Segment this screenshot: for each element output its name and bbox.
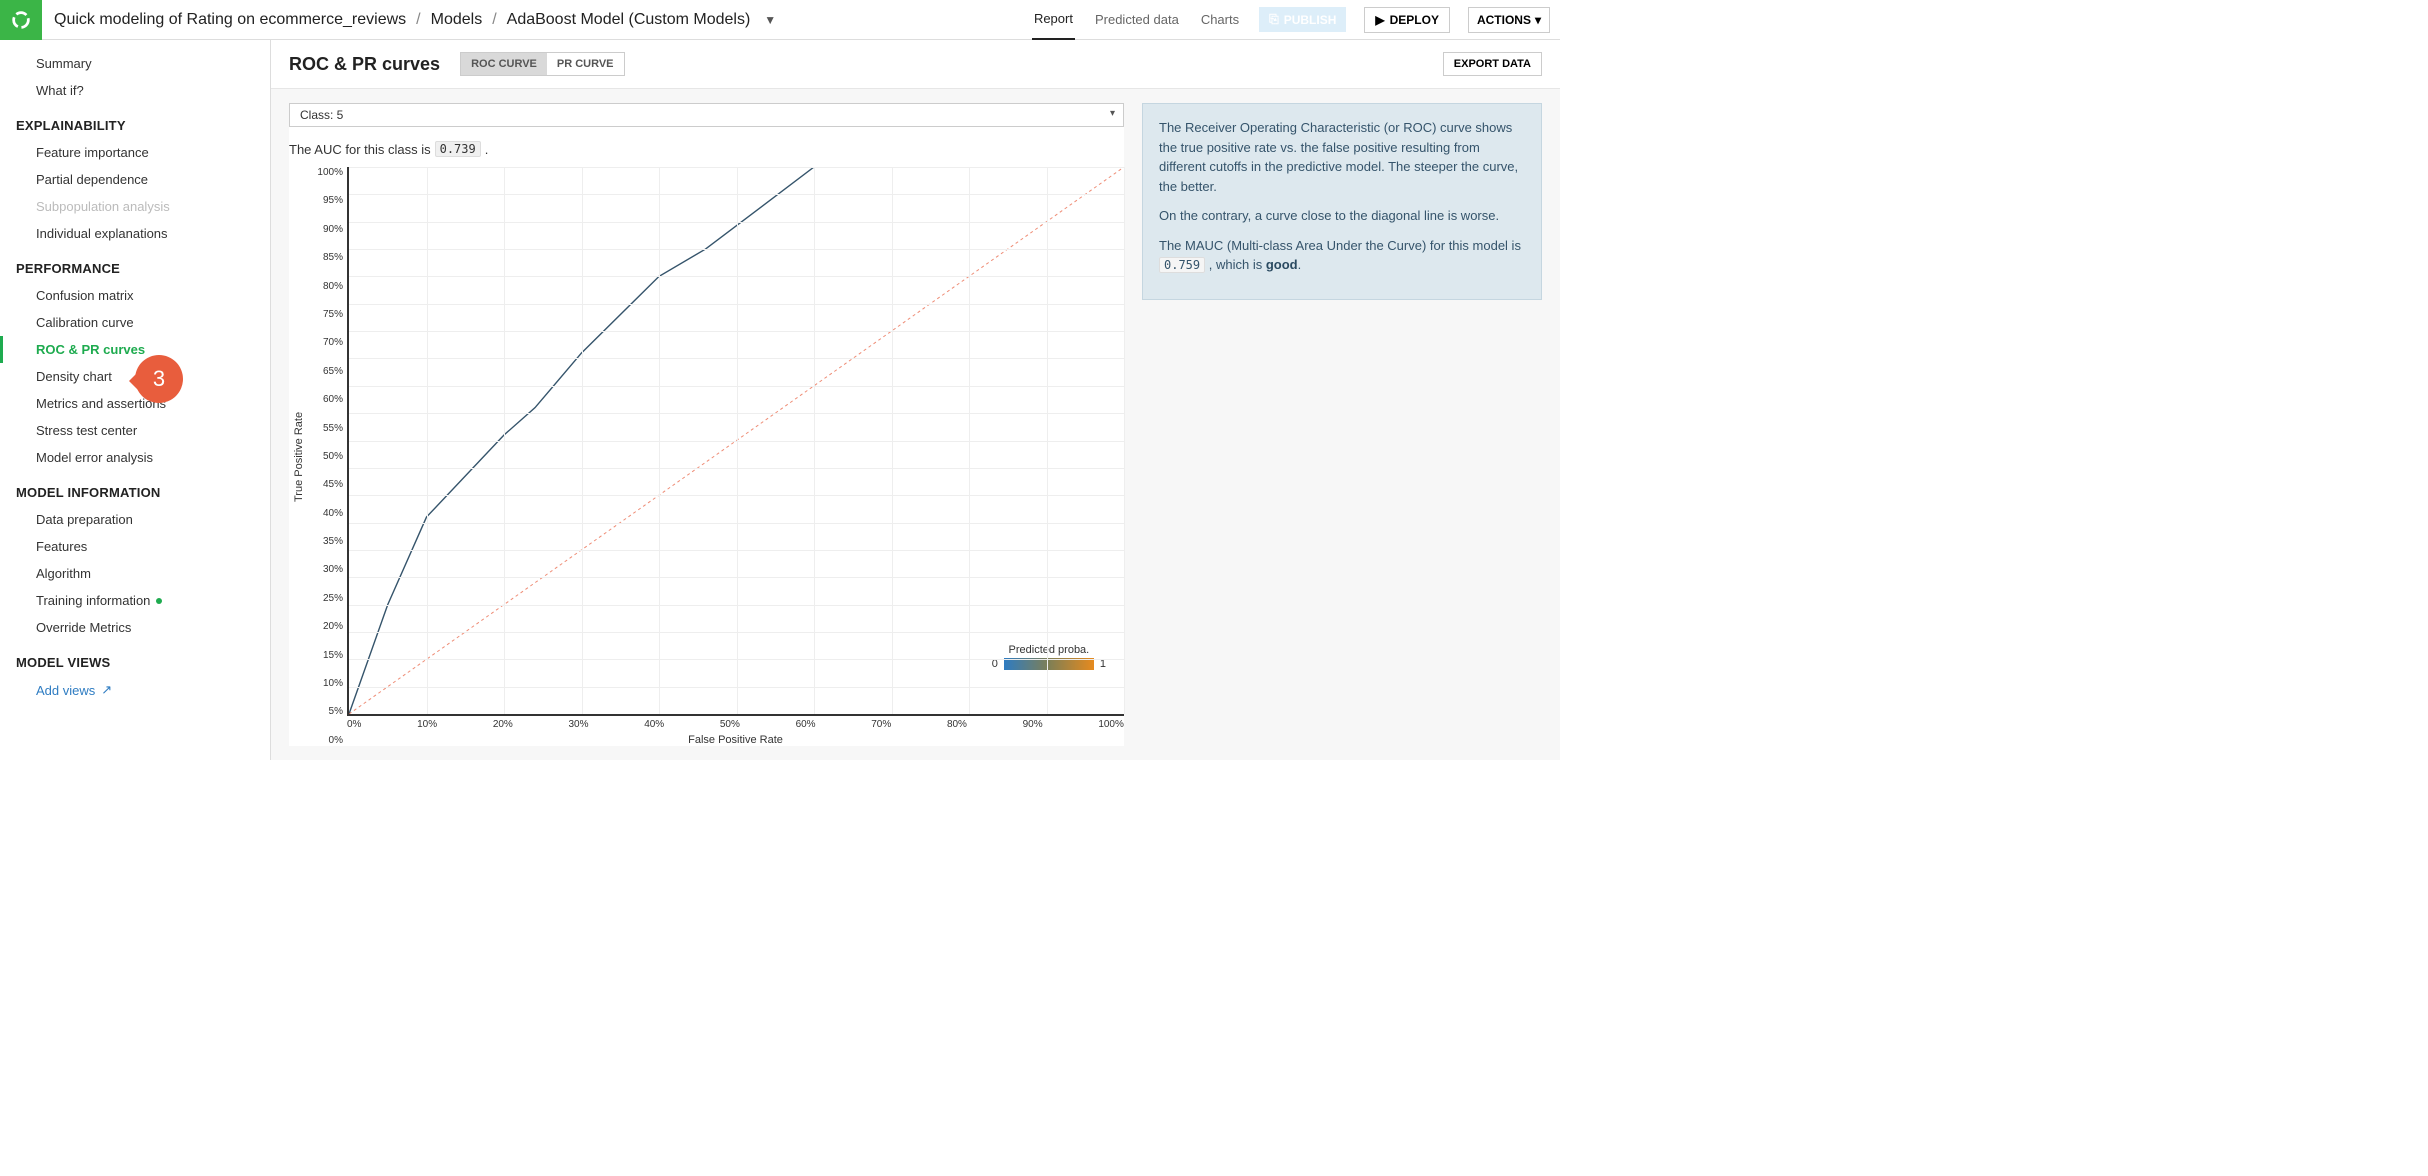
export-data-button[interactable]: EXPORT DATA [1443,52,1542,76]
status-dot-icon [156,598,162,604]
y-axis-label: True Positive Rate [289,167,309,746]
sidebar-item-data-prep[interactable]: Data preparation [0,506,270,533]
auc-text: The AUC for this class is 0.739. [289,141,1124,157]
curve-tab-group: ROC CURVE PR CURVE [460,52,624,76]
chart-column: Class: 5 The AUC for this class is 0.739… [289,103,1124,746]
actions-button[interactable]: ACTIONS▾ [1468,7,1550,33]
sidebar-item-model-error[interactable]: Model error analysis [0,444,270,471]
x-axis-ticks: 0%10%20%30%40%50%60%70%80%90%100% [347,716,1124,730]
info-panel: The Receiver Operating Characteristic (o… [1142,103,1542,746]
roc-chart: True Positive Rate 100%95%90%85%80%75%70… [289,167,1124,746]
class-select[interactable]: Class: 5 [289,103,1124,127]
sidebar-item-feature-importance[interactable]: Feature importance [0,139,270,166]
auc-value: 0.739 [435,141,481,157]
annotation-marker: 3 [135,355,183,403]
sidebar-item-subpopulation: Subpopulation analysis [0,193,270,220]
deploy-button[interactable]: ▶DEPLOY [1364,7,1450,33]
sidebar-header-model-views: MODEL VIEWS [0,641,270,676]
sidebar-item-algorithm[interactable]: Algorithm [0,560,270,587]
content-header: ROC & PR curves ROC CURVE PR CURVE EXPOR… [271,40,1560,89]
sidebar-item-partial-dependence[interactable]: Partial dependence [0,166,270,193]
tab-charts[interactable]: Charts [1199,12,1241,39]
tab-report[interactable]: Report [1032,11,1075,40]
add-views-link[interactable]: Add views↗ [0,676,270,704]
sidebar-item-training-info[interactable]: Training information [0,587,270,614]
logo-icon [10,9,32,31]
crumb-model[interactable]: AdaBoost Model (Custom Models) [507,11,751,29]
breadcrumbs: Quick modeling of Rating on ecommerce_re… [42,11,1032,29]
mauc-value: 0.759 [1159,257,1205,273]
publish-button[interactable]: ⎘PUBLISH [1259,7,1346,32]
legend: Predicted proba. 0 1 [992,644,1106,672]
x-axis-label: False Positive Rate [347,730,1124,746]
sidebar-item-features[interactable]: Features [0,533,270,560]
info-box: The Receiver Operating Characteristic (o… [1142,103,1542,300]
chevron-down-icon[interactable]: ▼ [764,13,776,27]
content-area: ROC & PR curves ROC CURVE PR CURVE EXPOR… [270,40,1560,760]
app-logo[interactable] [0,0,42,40]
sidebar-item-summary[interactable]: Summary [0,50,270,77]
sidebar-item-calibration-curve[interactable]: Calibration curve [0,309,270,336]
sidebar-item-stress-test[interactable]: Stress test center [0,417,270,444]
crumb-models[interactable]: Models [431,11,483,29]
tab-pr-curve[interactable]: PR CURVE [547,53,624,75]
play-icon: ▶ [1375,13,1384,27]
y-axis-ticks: 100%95%90%85%80%75%70%65%60%55%50%45%40%… [309,167,347,746]
sidebar-item-whatif[interactable]: What if? [0,77,270,104]
publish-icon: ⎘ [1269,12,1279,27]
page-title: ROC & PR curves [289,54,440,75]
sidebar-header-performance: PERFORMANCE [0,247,270,282]
sidebar-item-confusion-matrix[interactable]: Confusion matrix [0,282,270,309]
top-nav: Report Predicted data Charts ⎘PUBLISH ▶D… [1032,5,1560,34]
caret-down-icon: ▾ [1535,13,1541,27]
tab-roc-curve[interactable]: ROC CURVE [461,53,547,75]
external-link-icon: ↗ [101,682,112,698]
sidebar-item-override-metrics[interactable]: Override Metrics [0,614,270,641]
tab-predicted-data[interactable]: Predicted data [1093,12,1181,39]
sidebar-header-explainability: EXPLAINABILITY [0,104,270,139]
crumb-root[interactable]: Quick modeling of Rating on ecommerce_re… [54,11,406,29]
sidebar-header-model-info: MODEL INFORMATION [0,471,270,506]
top-bar: Quick modeling of Rating on ecommerce_re… [0,0,1560,40]
plot-area: Predicted proba. 0 1 [347,167,1124,716]
sidebar-item-individual-explanations[interactable]: Individual explanations [0,220,270,247]
